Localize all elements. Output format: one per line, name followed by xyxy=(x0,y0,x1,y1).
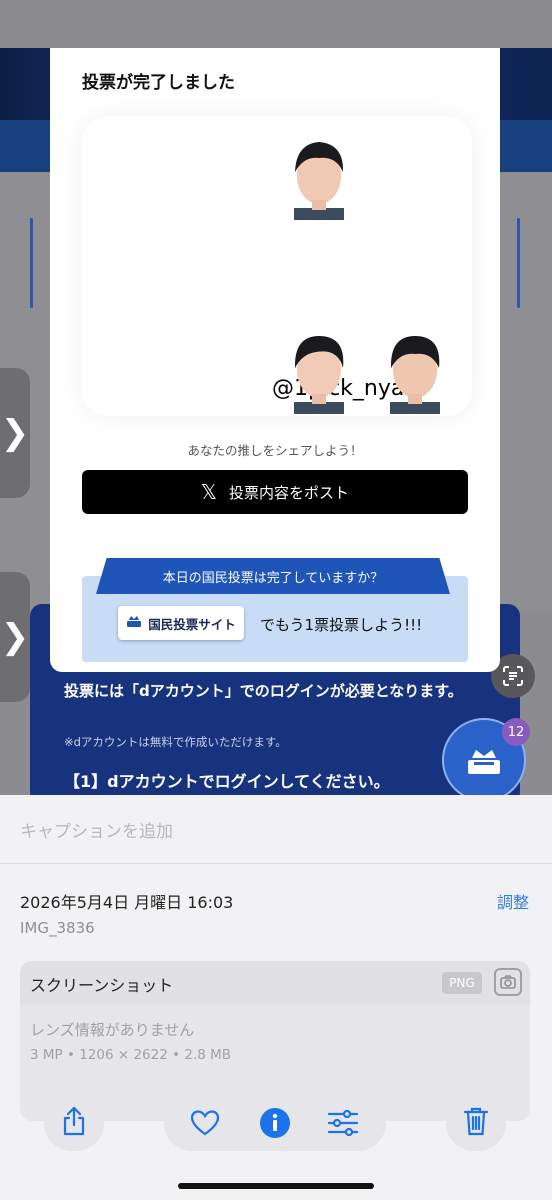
member-photo-2 xyxy=(294,336,344,414)
notification-badge: 12 xyxy=(502,718,530,746)
vote-again-text: でもう1票投票しよう!!! xyxy=(260,616,423,634)
side-tab-upper[interactable]: ❯ xyxy=(0,368,30,498)
photo-date: 2026年5月4日 月曜日 16:03 xyxy=(20,893,234,912)
login-required-text: 投票には「dアカウント」でのログインが必要となります。 xyxy=(64,682,463,700)
chevron-right-icon: ❯ xyxy=(0,617,30,657)
x-logo-icon: 𝕏 xyxy=(200,480,218,504)
ballot-icon xyxy=(126,614,142,632)
sliders-icon[interactable] xyxy=(327,1107,359,1139)
member-photo-3 xyxy=(390,336,440,414)
share-icon xyxy=(61,1106,87,1140)
format-badge: PNG xyxy=(442,972,482,994)
metadata-title: スクリーンショット xyxy=(30,976,174,995)
vote-question-ribbon: 本日の国民投票は完了していますか？ xyxy=(96,558,450,594)
info-icon[interactable] xyxy=(259,1107,291,1139)
national-vote-site-button[interactable]: 国民投票サイト xyxy=(118,606,244,640)
right-accent-line xyxy=(517,218,520,308)
share-photo-card: @1pick_nyan xyxy=(82,116,472,416)
share-hint: あなたの推しをシェアしよう！ xyxy=(187,443,363,458)
home-indicator xyxy=(178,1183,374,1189)
screenshot-preview[interactable]: ❯ ❯ 投票には「dアカウント」でのログインが必要となります。 ※dアカウントは… xyxy=(0,0,552,795)
side-tab-lower[interactable]: ❯ xyxy=(0,572,30,702)
modal-title: 投票が完了しました xyxy=(82,73,235,93)
free-account-note: ※dアカウントは無料で作成いただけます。 xyxy=(64,735,287,749)
trash-icon xyxy=(463,1106,489,1140)
site-button-label: 国民投票サイト xyxy=(148,616,236,632)
image-specs: 3 MP • 1206 × 2622 • 2.8 MB xyxy=(30,1047,232,1063)
vote-complete-modal: 投票が完了しました @1pick_nyan あなたの推しをシェアしよう！ 𝕏 投… xyxy=(50,48,500,672)
left-accent-line xyxy=(30,218,33,308)
heart-icon[interactable] xyxy=(189,1107,221,1139)
photo-info-sheet: キャプションを追加 2026年5月4日 月曜日 16:03 調整 IMG_383… xyxy=(0,795,552,1200)
chevron-right-icon: ❯ xyxy=(0,413,30,453)
divider xyxy=(0,863,552,864)
metadata-header: スクリーンショット PNG xyxy=(20,961,530,1005)
file-name: IMG_3836 xyxy=(20,919,95,937)
caption-input[interactable]: キャプションを追加 xyxy=(20,817,173,842)
share-button[interactable] xyxy=(44,1095,104,1151)
post-button-label: 投票内容をポスト xyxy=(229,483,350,502)
camera-icon[interactable] xyxy=(494,968,522,996)
adjust-date-button[interactable]: 調整 xyxy=(497,889,529,913)
post-button[interactable]: 𝕏 投票内容をポスト xyxy=(82,470,468,514)
step-one-text: 【1】dアカウントでログインしてください。 xyxy=(64,772,390,791)
delete-button[interactable] xyxy=(446,1095,506,1151)
photo-actions-group xyxy=(164,1095,386,1151)
lens-info: レンズ情報がありません xyxy=(30,1021,195,1039)
member-photo-1 xyxy=(294,142,344,220)
